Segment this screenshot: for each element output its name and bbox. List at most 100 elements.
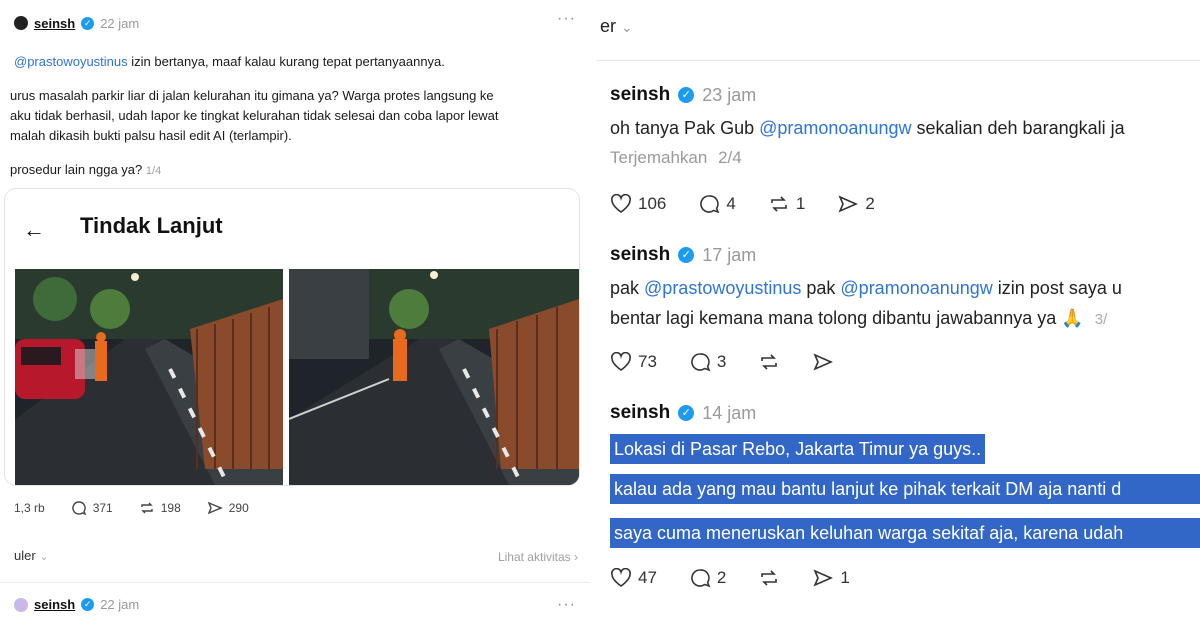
more-icon[interactable]: ··· xyxy=(557,10,576,28)
post-text-fragment: pak xyxy=(801,278,841,298)
like-count: 1,3 rb xyxy=(14,501,45,515)
verified-icon: ✓ xyxy=(678,247,695,263)
reply-button[interactable]: 3 xyxy=(689,352,726,372)
username[interactable]: seinsh xyxy=(34,16,75,31)
like-button[interactable]: 73 xyxy=(610,352,657,372)
comment-icon xyxy=(700,195,720,214)
share-button[interactable] xyxy=(812,352,834,372)
sort-label: er xyxy=(600,16,617,36)
repost-button[interactable] xyxy=(758,568,780,588)
post-text-fragment: oh tanya Pak Gub xyxy=(610,118,760,138)
post-text-line: malah dikasih bukti palsu hasil edit AI … xyxy=(10,128,292,143)
translate-row: Terjemahkan 2/4 xyxy=(610,148,742,168)
view-activity-link[interactable]: Lihat aktivitas › xyxy=(498,550,578,564)
next-post-header: seinsh ✓ 22 jam xyxy=(14,597,139,612)
divider xyxy=(596,60,1200,61)
verified-icon: ✓ xyxy=(81,16,95,30)
post-actions: 106 4 1 2 xyxy=(610,194,875,214)
reply-button[interactable]: 4 xyxy=(698,194,736,214)
share-button[interactable]: 1 xyxy=(812,568,850,588)
share-button[interactable]: 2 xyxy=(837,194,875,214)
mention-link[interactable]: @pramonoanungw xyxy=(759,118,911,138)
card-title: Tindak Lanjut xyxy=(80,213,223,238)
share-button[interactable]: 290 xyxy=(207,500,249,516)
timestamp: 14 jam xyxy=(702,402,757,423)
like-count: 47 xyxy=(638,568,657,587)
highlighted-text-line: saya cuma meneruskan keluhan warga sekit… xyxy=(610,518,1200,548)
more-icon[interactable]: ··· xyxy=(557,596,576,614)
reply-button[interactable]: 2 xyxy=(689,568,726,588)
share-icon xyxy=(207,501,223,515)
verified-icon: ✓ xyxy=(678,87,695,103)
post-text-line: aku tidak berhasil, udah lapor ke tingka… xyxy=(10,108,499,123)
heart-icon xyxy=(611,194,631,213)
chevron-down-icon: ⌄ xyxy=(39,551,49,563)
like-button[interactable]: 106 xyxy=(610,194,666,214)
translate-link[interactable]: Terjemahkan xyxy=(610,148,707,167)
post-text-fragment: pak xyxy=(610,278,645,298)
timestamp: 23 jam xyxy=(702,84,757,105)
comment-icon xyxy=(71,501,86,516)
repost-button[interactable]: 198 xyxy=(139,500,181,516)
repost-count: 1 xyxy=(795,194,806,213)
post-actions: 47 2 1 xyxy=(610,568,850,588)
timestamp: 17 jam xyxy=(702,244,757,265)
reply-button[interactable]: 371 xyxy=(71,500,113,516)
repost-button[interactable]: 1 xyxy=(768,194,805,214)
right-screenshot-panel: er ⌄ seinsh ✓ 23 jam oh tanya Pak Gub @p… xyxy=(596,0,1200,628)
sort-dropdown[interactable]: er ⌄ xyxy=(600,16,633,37)
username[interactable]: seinsh xyxy=(610,402,670,424)
like-count: 106 xyxy=(638,194,667,213)
repost-icon xyxy=(141,502,153,514)
timestamp: 22 jam xyxy=(100,597,140,612)
share-icon xyxy=(813,353,834,371)
mention-link[interactable]: @prastowoyustinus xyxy=(14,54,128,69)
post-text-fragment: izin bertanya, maaf kalau kurang tepat p… xyxy=(127,54,445,69)
post-text-fragment: izin post saya u xyxy=(992,278,1122,298)
like-button[interactable]: 1,3 rb xyxy=(14,501,45,515)
post-actions: 73 3 xyxy=(610,352,834,372)
sort-dropdown[interactable]: uler ⌄ xyxy=(14,548,49,563)
divider xyxy=(0,582,590,583)
post-text-fragment: sekalian deh barangkali ja xyxy=(911,118,1125,138)
back-arrow-icon: ← xyxy=(23,217,45,242)
highlighted-text-line: kalau ada yang mau bantu lanjut ke pihak… xyxy=(610,474,1200,504)
repost-button[interactable] xyxy=(758,352,780,372)
thread-page-counter: 3/ xyxy=(1094,311,1108,328)
post-header: seinsh ✓ 14 jam xyxy=(610,402,756,424)
repost-icon xyxy=(771,196,787,212)
heart-icon xyxy=(611,568,631,587)
post-header: seinsh ✓ 23 jam xyxy=(610,84,756,106)
avatar[interactable] xyxy=(14,16,28,30)
like-button[interactable]: 47 xyxy=(610,568,657,588)
post-text: oh tanya Pak Gub @pramonoanungw sekalian… xyxy=(610,118,1125,139)
share-count: 1 xyxy=(840,568,850,587)
repost-icon xyxy=(761,354,778,370)
post-text-line: prosedur lain ngga ya? 1/4 xyxy=(10,160,161,181)
like-count: 73 xyxy=(638,352,657,371)
reply-count: 2 xyxy=(716,568,727,587)
avatar[interactable] xyxy=(14,597,28,612)
post-text-line: pak @prastowoyustinus pak @pramonoanungw… xyxy=(610,278,1122,299)
attachment-card[interactable]: ← Tindak Lanjut xyxy=(4,188,580,486)
timestamp: 22 jam xyxy=(100,15,140,31)
street-photo-1[interactable] xyxy=(15,269,283,485)
username[interactable]: seinsh xyxy=(610,84,670,106)
mention-link[interactable]: @prastowoyustinus xyxy=(644,278,801,298)
share-icon xyxy=(813,569,834,587)
reply-count: 371 xyxy=(92,501,113,515)
mention-link[interactable]: @pramonoanungw xyxy=(840,278,992,298)
post-text-fragment: prosedur lain ngga ya? xyxy=(10,162,143,177)
post-header: seinsh ✓ 17 jam xyxy=(610,244,756,266)
repost-count: 198 xyxy=(160,501,181,515)
post-text-line: urus masalah parkir liar di jalan kelura… xyxy=(10,88,494,103)
post-text-line: @prastowoyustinus izin bertanya, maaf ka… xyxy=(14,52,445,72)
street-photo-2[interactable] xyxy=(289,269,579,485)
repost-icon xyxy=(761,570,778,586)
thread-page-counter: 1/4 xyxy=(145,165,162,177)
username[interactable]: seinsh xyxy=(34,597,75,612)
chevron-down-icon: ⌄ xyxy=(621,19,633,35)
left-screenshot-panel: seinsh ✓ 22 jam ··· @prastowoyustinus iz… xyxy=(0,0,590,628)
verified-icon: ✓ xyxy=(81,598,95,611)
username[interactable]: seinsh xyxy=(610,244,670,266)
